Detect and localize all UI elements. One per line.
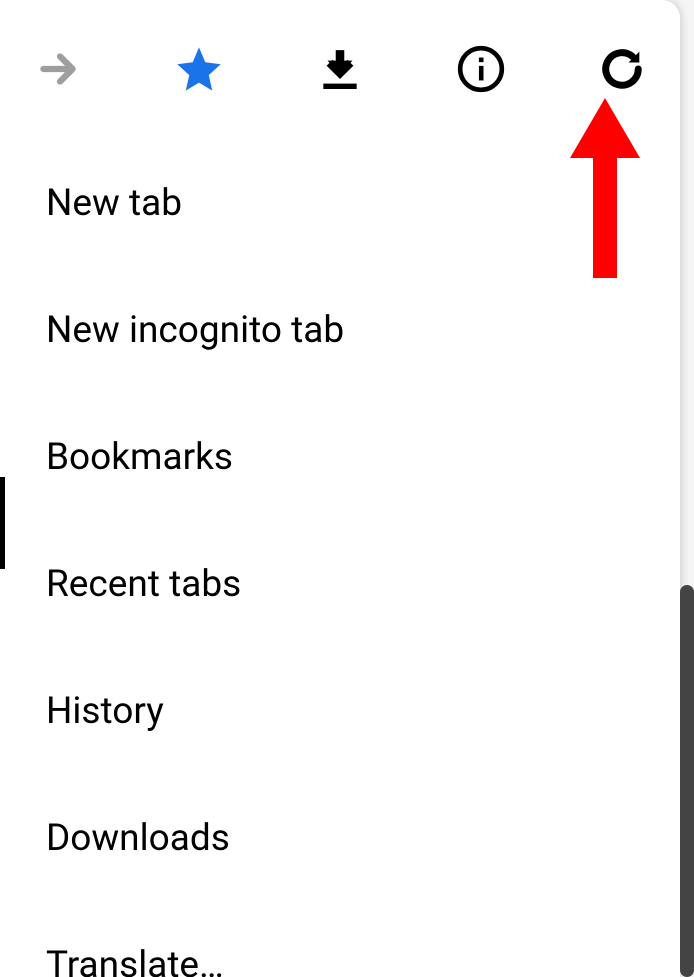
menu-item-label: Downloads <box>46 817 230 860</box>
menu-item-label: Translate… <box>46 944 224 977</box>
info-button[interactable] <box>453 41 509 97</box>
browser-menu-panel: New tab New incognito tab Bookmarks Rece… <box>0 0 680 977</box>
scrollbar-thumb[interactable] <box>680 585 694 977</box>
menu-item-new-tab[interactable]: New tab <box>0 140 680 267</box>
info-icon <box>456 44 506 94</box>
menu-item-label: New tab <box>46 182 182 225</box>
forward-arrow-icon <box>33 44 83 94</box>
menu-item-new-incognito-tab[interactable]: New incognito tab <box>0 267 680 394</box>
download-icon <box>315 44 365 94</box>
menu-item-label: Bookmarks <box>46 436 233 479</box>
menu-item-bookmarks[interactable]: Bookmarks <box>0 394 680 521</box>
reload-button[interactable] <box>594 41 650 97</box>
menu-item-downloads[interactable]: Downloads <box>0 775 680 902</box>
menu-item-recent-tabs[interactable]: Recent tabs <box>0 521 680 648</box>
left-edge-indicator <box>0 477 5 569</box>
menu-toolbar <box>0 0 680 130</box>
bookmark-star-button[interactable] <box>171 41 227 97</box>
menu-item-label: Recent tabs <box>46 563 241 606</box>
download-button[interactable] <box>312 41 368 97</box>
menu-item-label: New incognito tab <box>46 309 344 352</box>
forward-button[interactable] <box>30 41 86 97</box>
menu-item-history[interactable]: History <box>0 648 680 775</box>
star-icon <box>173 43 225 95</box>
menu-item-translate[interactable]: Translate… <box>0 902 680 977</box>
reload-icon <box>596 43 648 95</box>
menu-item-label: History <box>46 690 164 733</box>
menu-items-list: New tab New incognito tab Bookmarks Rece… <box>0 130 680 977</box>
